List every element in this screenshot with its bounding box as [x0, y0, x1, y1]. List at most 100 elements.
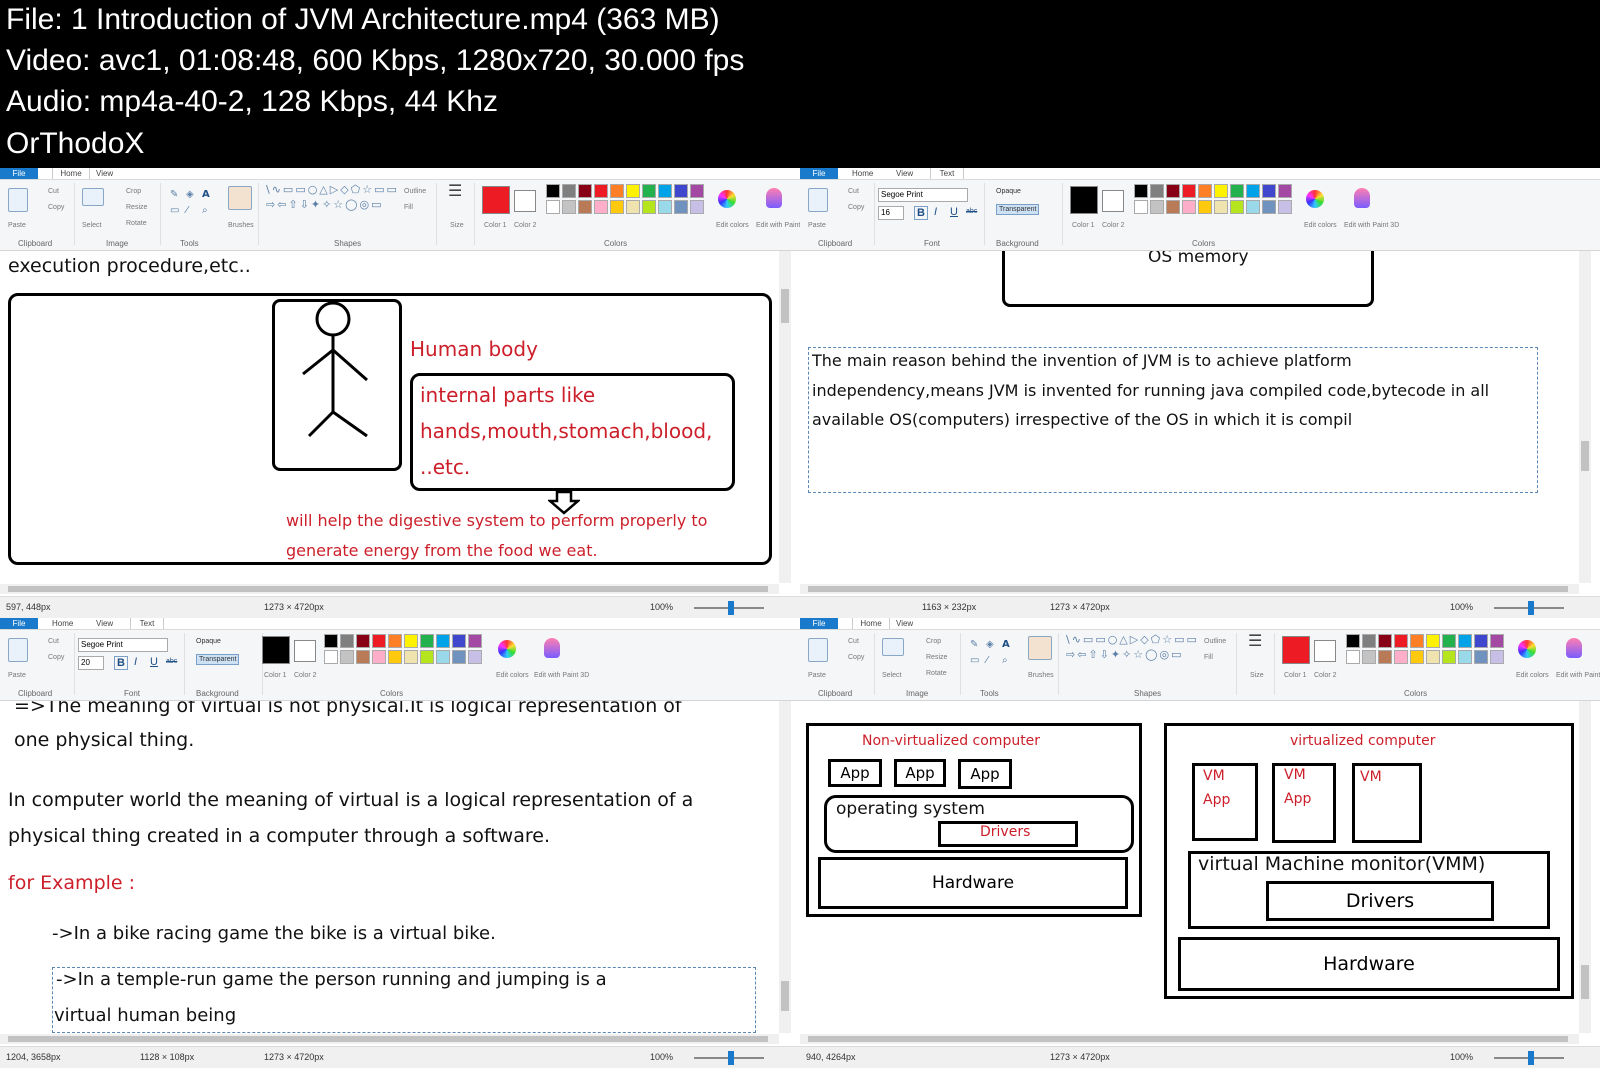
palette-swatch[interactable]: [1394, 650, 1408, 664]
tab-view[interactable]: View: [896, 618, 913, 629]
horizontal-scrollbar[interactable]: [800, 584, 1579, 594]
palette-swatch[interactable]: [1346, 650, 1360, 664]
cut-button[interactable]: Cut: [848, 638, 859, 645]
palette-swatch[interactable]: [1442, 634, 1456, 648]
palette-swatch[interactable]: [610, 200, 624, 214]
edit-colors-icon[interactable]: [1306, 190, 1324, 208]
magnifier-icon[interactable]: ⌕: [202, 206, 208, 216]
bold-button[interactable]: B: [114, 656, 128, 670]
fill-bucket-icon[interactable]: ◈: [186, 190, 194, 200]
palette-swatch[interactable]: [420, 650, 434, 664]
palette-swatch[interactable]: [1150, 200, 1164, 214]
horizontal-scrollbar[interactable]: [0, 584, 779, 594]
palette-swatch[interactable]: [1198, 184, 1212, 198]
palette-swatch[interactable]: [1458, 634, 1472, 648]
text-tool-icon[interactable]: A: [1002, 640, 1010, 650]
italic-button[interactable]: I: [934, 206, 937, 218]
horizontal-scrollbar[interactable]: [0, 1034, 779, 1044]
vertical-scrollbar[interactable]: [1579, 701, 1591, 1033]
palette-swatch[interactable]: [388, 650, 402, 664]
tab-view[interactable]: View: [96, 618, 113, 629]
tab-text[interactable]: Text: [130, 618, 164, 629]
drawing-canvas[interactable]: OS memory The main reason behind the inv…: [800, 251, 1578, 583]
color1-swatch[interactable]: [262, 636, 290, 664]
palette-swatch[interactable]: [1474, 650, 1488, 664]
horizontal-scrollbar[interactable]: [800, 1034, 1579, 1044]
underline-button[interactable]: U: [950, 206, 958, 218]
palette-swatch[interactable]: [1198, 200, 1212, 214]
fill-button[interactable]: Fill: [404, 204, 413, 211]
paste-icon[interactable]: [8, 188, 28, 212]
palette-swatch[interactable]: [626, 200, 640, 214]
palette-swatch[interactable]: [1490, 650, 1504, 664]
color2-swatch[interactable]: [1102, 190, 1124, 212]
paint3d-icon[interactable]: [1566, 638, 1582, 658]
palette-swatch[interactable]: [452, 650, 466, 664]
palette-swatch[interactable]: [1230, 184, 1244, 198]
paint3d-icon[interactable]: [1354, 188, 1370, 208]
palette-swatch[interactable]: [1426, 634, 1440, 648]
palette-swatch[interactable]: [1410, 634, 1424, 648]
palette-swatch[interactable]: [468, 650, 482, 664]
palette-swatch[interactable]: [372, 634, 386, 648]
resize-button[interactable]: Resize: [126, 204, 147, 211]
font-size-select[interactable]: 16: [878, 206, 904, 220]
palette-swatch[interactable]: [578, 200, 592, 214]
palette-swatch[interactable]: [340, 650, 354, 664]
copy-button[interactable]: Copy: [48, 654, 64, 661]
palette-swatch[interactable]: [1166, 200, 1180, 214]
copy-button[interactable]: Copy: [848, 654, 864, 661]
shapes-gallery-row2[interactable]: ⇨⇦⇧⇩✦✧☆◯◎▭: [266, 199, 383, 210]
outline-button[interactable]: Outline: [404, 188, 426, 195]
palette-swatch[interactable]: [1490, 634, 1504, 648]
palette-swatch[interactable]: [1362, 650, 1376, 664]
palette-swatch[interactable]: [690, 200, 704, 214]
palette-swatch[interactable]: [1394, 634, 1408, 648]
color-palette[interactable]: [546, 184, 704, 214]
palette-swatch[interactable]: [1166, 184, 1180, 198]
eraser-icon[interactable]: ▭: [170, 206, 179, 216]
palette-swatch[interactable]: [674, 184, 688, 198]
color-palette[interactable]: [324, 634, 482, 664]
palette-swatch[interactable]: [546, 184, 560, 198]
palette-swatch[interactable]: [1426, 650, 1440, 664]
fill-bucket-icon[interactable]: ◈: [986, 640, 994, 650]
palette-swatch[interactable]: [1458, 650, 1472, 664]
cut-button[interactable]: Cut: [48, 638, 59, 645]
rotate-button[interactable]: Rotate: [926, 670, 947, 677]
palette-swatch[interactable]: [436, 634, 450, 648]
palette-swatch[interactable]: [610, 184, 624, 198]
color2-swatch[interactable]: [514, 190, 536, 212]
transparent-button[interactable]: Transparent: [996, 204, 1040, 215]
palette-swatch[interactable]: [658, 200, 672, 214]
palette-swatch[interactable]: [372, 650, 386, 664]
tab-file[interactable]: File: [0, 618, 38, 629]
vertical-scrollbar[interactable]: [1579, 251, 1591, 583]
palette-swatch[interactable]: [594, 200, 608, 214]
opaque-button[interactable]: Opaque: [196, 638, 221, 645]
palette-swatch[interactable]: [658, 184, 672, 198]
tab-view[interactable]: View: [96, 168, 113, 179]
color1-swatch[interactable]: [482, 186, 510, 214]
select-icon[interactable]: [882, 638, 904, 656]
paint3d-icon[interactable]: [766, 188, 782, 208]
palette-swatch[interactable]: [546, 200, 560, 214]
drawing-canvas[interactable]: execution procedure,etc.. Human body int…: [0, 251, 778, 583]
copy-button[interactable]: Copy: [848, 204, 864, 211]
palette-swatch[interactable]: [356, 634, 370, 648]
color-palette[interactable]: [1134, 184, 1292, 214]
edit-colors-icon[interactable]: [1518, 640, 1536, 658]
crop-button[interactable]: Crop: [926, 638, 941, 645]
palette-swatch[interactable]: [1246, 200, 1260, 214]
transparent-button[interactable]: Transparent: [196, 654, 240, 665]
palette-swatch[interactable]: [1442, 650, 1456, 664]
shapes-gallery-icon[interactable]: \∿▭▭○△▷◇⬠☆▭▭: [1066, 634, 1199, 645]
palette-swatch[interactable]: [1214, 184, 1228, 198]
palette-swatch[interactable]: [1378, 650, 1392, 664]
palette-swatch[interactable]: [626, 184, 640, 198]
vertical-scrollbar[interactable]: [779, 251, 791, 583]
font-size-select[interactable]: 20: [78, 656, 104, 670]
edit-colors-icon[interactable]: [718, 190, 736, 208]
palette-swatch[interactable]: [1150, 184, 1164, 198]
palette-swatch[interactable]: [674, 200, 688, 214]
